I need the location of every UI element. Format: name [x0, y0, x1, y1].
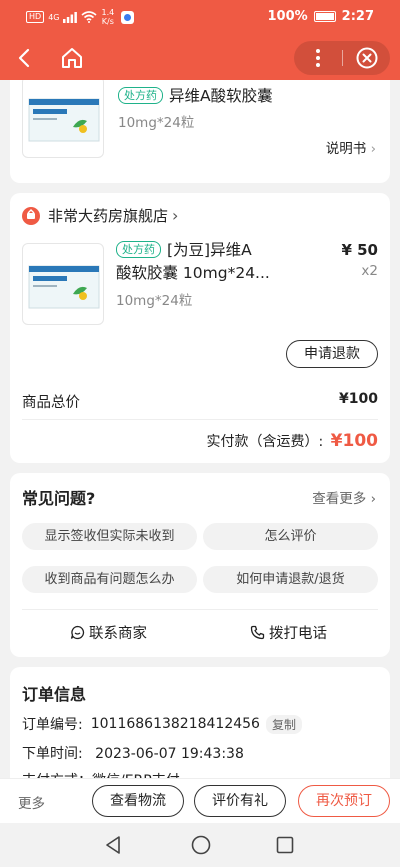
product-card-top: 处方药 异维A酸软胶囊 10mg*24粒 说明书 › — [10, 80, 390, 183]
signal-bars-icon — [63, 11, 78, 23]
medicine-box-image — [28, 98, 100, 142]
contact-seller-button[interactable]: 联系商家 — [70, 622, 147, 643]
network-type: 4G — [48, 12, 60, 22]
recents-square-icon[interactable] — [276, 836, 294, 854]
status-left: HD 4G 1.4 K/s — [26, 8, 135, 26]
product-spec: 10mg*24粒 — [118, 115, 195, 131]
faq-item[interactable]: 如何申请退款/退货 — [203, 566, 378, 593]
faq-item[interactable]: 显示签收但实际未收到 — [22, 523, 197, 550]
call-phone-label: 拨打电话 — [269, 626, 327, 642]
call-phone-button[interactable]: 拨打电话 — [250, 622, 327, 643]
manual-link[interactable]: 说明书 › — [326, 137, 376, 157]
order-time-value: 2023-06-07 19:43:38 — [95, 746, 244, 762]
paid-value: ¥100 — [330, 431, 378, 451]
order-detail-content[interactable]: 处方药 异维A酸软胶囊 10mg*24粒 说明书 › 非常大药房旗舰店 › 处方药… — [0, 80, 400, 778]
product-thumbnail[interactable] — [22, 243, 104, 325]
status-bar: HD 4G 1.4 K/s 100% 2:27 — [0, 0, 400, 36]
quantity: x2 — [361, 263, 378, 279]
copy-button[interactable]: 复制 — [265, 714, 302, 734]
battery-icon — [313, 11, 336, 22]
manual-label: 说明书 — [325, 141, 367, 157]
product-spec: 10mg*24粒 — [116, 293, 193, 309]
order-time-row: 下单时间: 2023-06-07 19:43:38 — [22, 743, 244, 763]
home-icon[interactable] — [60, 46, 84, 70]
product-name-part2: 酸软胶囊 10mg*24... — [116, 264, 270, 282]
product-name: 异维A酸软胶囊 — [169, 87, 273, 105]
chevron-right-icon: › — [366, 141, 376, 157]
close-circle-icon[interactable] — [356, 47, 378, 69]
divider — [22, 419, 378, 420]
unit-price: ¥ 50 — [341, 241, 378, 259]
order-info-title: 订单信息 — [22, 685, 87, 704]
order-number-label: 订单编号: — [22, 717, 83, 733]
faq-card: 常见问题? 查看更多 › 显示签收但实际未收到 怎么评价 收到商品有问题怎么办 … — [10, 473, 390, 657]
paid-row: 实付款（含运费）: ¥100 — [207, 431, 379, 451]
bottom-action-bar: 更多 查看物流 评价有礼 再次预订 — [0, 778, 400, 823]
net-speed: 1.4 K/s — [101, 8, 114, 26]
reorder-button[interactable]: 再次预订 — [298, 785, 390, 817]
clock: 2:27 — [341, 9, 374, 24]
store-row[interactable]: 非常大药房旗舰店 › — [22, 205, 178, 226]
more-vertical-icon[interactable] — [312, 47, 324, 69]
chevron-left-icon[interactable] — [14, 47, 36, 69]
product-title[interactable]: 处方药 [为豆]异维A 酸软胶囊 10mg*24... — [116, 239, 286, 285]
divider — [22, 609, 378, 610]
nav-bar — [0, 36, 400, 80]
status-right: 100% 2:27 — [267, 9, 374, 24]
capsule-divider — [342, 50, 343, 66]
store-order-card: 非常大药房旗舰店 › 处方药 [为豆]异维A 酸软胶囊 10mg*24... 10… — [10, 193, 390, 463]
paid-label: 实付款（含运费）: — [206, 434, 324, 450]
faq-item[interactable]: 怎么评价 — [203, 523, 378, 550]
battery-percent: 100% — [267, 9, 308, 24]
more-actions-link[interactable]: 更多 — [18, 792, 45, 812]
refund-button[interactable]: 申请退款 — [286, 340, 378, 368]
product-title-top[interactable]: 处方药 异维A酸软胶囊 — [118, 85, 273, 108]
order-number-row: 订单编号: 1011686138218412456 复制 — [22, 714, 302, 734]
chevron-right-icon: › — [366, 491, 376, 507]
total-label: 商品总价 — [22, 395, 80, 411]
faq-more-label: 查看更多 — [312, 491, 367, 507]
store-name: 非常大药房旗舰店 — [48, 207, 169, 225]
rx-badge: 处方药 — [116, 241, 161, 258]
product-name-part1: [为豆]异维A — [167, 241, 252, 259]
faq-item[interactable]: 收到商品有问题怎么办 — [22, 566, 197, 593]
net-speed-unit: K/s — [101, 17, 114, 26]
phone-icon — [250, 625, 265, 640]
chat-bubble-icon — [70, 625, 85, 640]
wifi-icon — [81, 11, 98, 23]
payment-method-row: 支付方式：微信/ERP支付 — [22, 770, 180, 778]
hd-signal-icon: HD — [26, 11, 45, 23]
system-nav-bar — [0, 823, 400, 867]
back-triangle-icon[interactable] — [104, 835, 122, 855]
store-icon — [22, 206, 40, 225]
product-title-line1: 处方药 [为豆]异维A — [116, 239, 286, 262]
app-notification-icon — [121, 10, 135, 24]
net-speed-value: 1.4 — [101, 8, 115, 17]
chevron-right-icon: › — [172, 206, 179, 225]
order-number-value: 1011686138218412456 — [90, 716, 260, 732]
total-value: ¥100 — [339, 391, 378, 407]
view-logistics-button[interactable]: 查看物流 — [92, 785, 184, 817]
order-info-card: 订单信息 订单编号: 1011686138218412456 复制 下单时间: … — [10, 667, 390, 778]
rx-badge: 处方药 — [118, 87, 163, 104]
product-thumbnail[interactable] — [22, 80, 104, 158]
faq-more-link[interactable]: 查看更多 › — [312, 487, 376, 507]
medicine-box-image — [28, 265, 100, 309]
order-time-label: 下单时间: — [22, 746, 83, 762]
mini-program-capsule — [294, 41, 390, 75]
contact-seller-label: 联系商家 — [89, 626, 147, 642]
home-circle-icon[interactable] — [191, 835, 211, 855]
faq-title: 常见问题? — [22, 489, 96, 508]
review-reward-button[interactable]: 评价有礼 — [194, 785, 286, 817]
